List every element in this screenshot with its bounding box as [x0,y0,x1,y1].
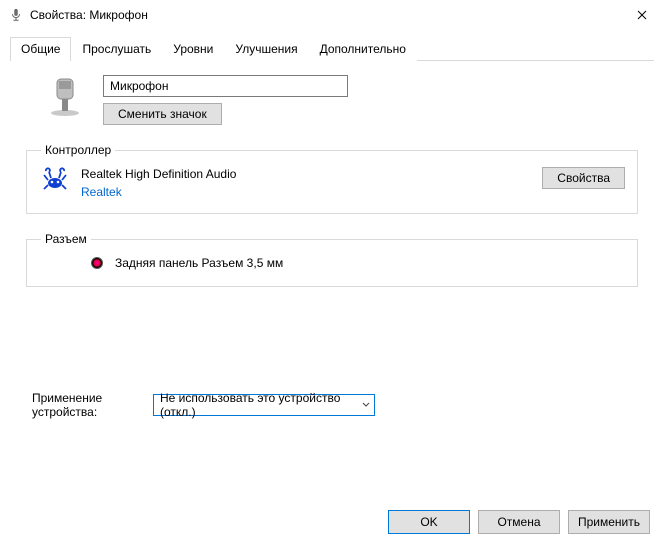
controller-group: Контроллер Realtek High Definition Audio… [26,143,638,214]
window-title: Свойства: Микрофон [30,8,619,22]
device-usage-combo[interactable]: Не использовать это устройство (откл.) [153,394,375,416]
jack-color-icon [91,257,103,269]
dialog-footer: OK Отмена Применить [388,510,650,534]
ok-button[interactable]: OK [388,510,470,534]
tab-listen[interactable]: Прослушать [71,37,162,61]
title-bar: Свойства: Микрофон [0,0,664,30]
microphone-icon [8,7,24,23]
jack-group: Разъем Задняя панель Разъем 3,5 мм [26,232,638,287]
tab-levels[interactable]: Уровни [162,37,224,61]
device-microphone-icon [45,75,85,117]
change-icon-button[interactable]: Сменить значок [103,103,222,125]
close-button[interactable] [619,0,664,30]
controller-name: Realtek High Definition Audio [81,167,530,181]
apply-button[interactable]: Применить [568,510,650,534]
device-usage-value: Не использовать это устройство (откл.) [160,391,362,419]
jack-legend: Разъем [41,232,91,246]
tab-enhancements[interactable]: Улучшения [224,37,308,61]
controller-vendor-link[interactable]: Realtek [81,185,122,199]
realtek-crab-icon [41,167,69,195]
device-usage-label: Применение устройства: [32,391,117,419]
controller-legend: Контроллер [41,143,115,157]
chevron-down-icon [362,400,370,411]
tab-advanced[interactable]: Дополнительно [309,37,417,61]
cancel-button[interactable]: Отмена [478,510,560,534]
controller-properties-button[interactable]: Свойства [542,167,625,189]
tab-strip: Общие Прослушать Уровни Улучшения Дополн… [10,36,654,61]
tab-general[interactable]: Общие [10,37,71,61]
device-name-input[interactable] [103,75,348,97]
tab-panel-general: Сменить значок Контроллер Realtek High D… [10,61,654,491]
jack-description: Задняя панель Разъем 3,5 мм [115,256,283,270]
